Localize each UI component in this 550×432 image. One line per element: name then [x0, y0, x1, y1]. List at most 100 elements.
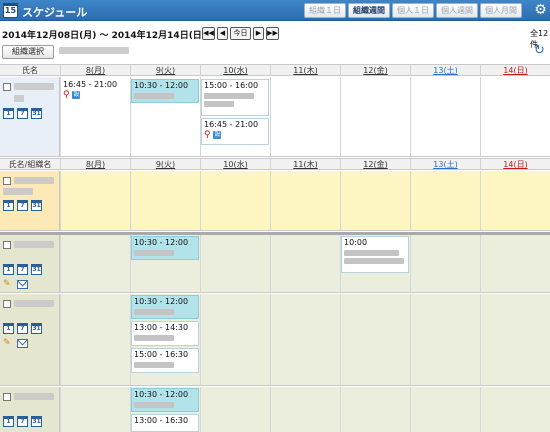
- day-cell[interactable]: [200, 235, 270, 292]
- memo-icon[interactable]: ✎: [3, 338, 14, 348]
- day-cell[interactable]: [480, 171, 550, 230]
- event-item[interactable]: 10:30 - 12:00: [131, 388, 199, 412]
- event-item[interactable]: 10:00: [341, 236, 409, 273]
- event-title-redacted: [134, 250, 174, 256]
- day-cell[interactable]: [60, 294, 130, 385]
- refresh-icon[interactable]: ↻: [534, 44, 545, 58]
- day-cell[interactable]: [270, 387, 340, 432]
- calendar-links: 1 7 31: [3, 200, 42, 211]
- week-view-icon[interactable]: 7: [17, 323, 28, 334]
- week-view-icon[interactable]: 7: [17, 200, 28, 211]
- day-cell[interactable]: [60, 387, 130, 432]
- day-cell[interactable]: [410, 77, 480, 156]
- day-cell[interactable]: [410, 294, 480, 385]
- day-header-fri[interactable]: 12(金): [340, 65, 410, 76]
- week-view-icon[interactable]: 7: [17, 416, 28, 427]
- event-item[interactable]: 10:30 - 12:00: [131, 236, 199, 260]
- day-view-icon[interactable]: 1: [3, 200, 14, 211]
- row-checkbox[interactable]: [3, 300, 11, 308]
- app-title: スケジュール: [22, 6, 88, 19]
- member-name-cell: 1 7 31: [0, 387, 60, 432]
- view-personal-week-button[interactable]: 個人週間: [436, 3, 478, 18]
- prev-day-button[interactable]: ◀: [217, 27, 228, 40]
- month-view-icon[interactable]: 31: [31, 264, 42, 275]
- day-cell[interactable]: [410, 387, 480, 432]
- day-cell[interactable]: [340, 294, 410, 385]
- day-cell[interactable]: [60, 235, 130, 292]
- prev-week-button[interactable]: ◀◀: [202, 27, 215, 40]
- day-header-sun[interactable]: 14(日): [480, 65, 550, 76]
- day-cell[interactable]: [270, 77, 340, 156]
- group-name-redacted: [59, 47, 129, 54]
- event-item[interactable]: 10:30 - 12:00: [131, 79, 199, 103]
- day-cell[interactable]: [410, 171, 480, 230]
- event-item[interactable]: 15:00 - 16:30: [131, 348, 199, 373]
- mail-icon[interactable]: [17, 280, 28, 289]
- today-button[interactable]: 今日: [230, 27, 251, 40]
- day-header-sun[interactable]: 14(日): [480, 159, 550, 170]
- day-view-icon[interactable]: 1: [3, 108, 14, 119]
- mail-icon[interactable]: [17, 339, 28, 348]
- month-view-icon[interactable]: 31: [31, 416, 42, 427]
- day-header-tue[interactable]: 9(火): [130, 159, 200, 170]
- day-cell[interactable]: [270, 171, 340, 230]
- day-cell[interactable]: [340, 77, 410, 156]
- day-cell[interactable]: [200, 171, 270, 230]
- week-view-icon[interactable]: 7: [17, 264, 28, 275]
- day-header-sat[interactable]: 13(土): [410, 159, 480, 170]
- event-item[interactable]: 16:45 - 21:00 ⚲ 設: [201, 118, 269, 145]
- day-cell[interactable]: [270, 294, 340, 385]
- day-cell[interactable]: [60, 171, 130, 230]
- day-header-tue[interactable]: 9(火): [130, 65, 200, 76]
- day-cell[interactable]: [480, 294, 550, 385]
- day-header-fri[interactable]: 12(金): [340, 159, 410, 170]
- row-checkbox[interactable]: [3, 177, 11, 185]
- month-view-icon[interactable]: 31: [31, 200, 42, 211]
- day-view-icon[interactable]: 1: [3, 264, 14, 275]
- month-view-icon[interactable]: 31: [31, 108, 42, 119]
- day-cell[interactable]: [480, 77, 550, 156]
- member-name-cell: 1 7 31 ✎: [0, 294, 60, 385]
- memo-icon[interactable]: ✎: [3, 279, 14, 289]
- event-item[interactable]: 13:00 - 14:30: [131, 321, 199, 346]
- row-checkbox[interactable]: [3, 83, 11, 91]
- week-view-icon[interactable]: 7: [17, 108, 28, 119]
- day-cell[interactable]: [480, 235, 550, 292]
- self-row: 1 7 31 16:45 - 21:00 ⚲ 設 10:30 - 12:00 1…: [0, 77, 550, 157]
- view-personal-day-button[interactable]: 個人１日: [392, 3, 434, 18]
- day-header-wed[interactable]: 10(水): [200, 159, 270, 170]
- row-checkbox[interactable]: [3, 241, 11, 249]
- day-header-sat[interactable]: 13(土): [410, 65, 480, 76]
- event-time: 10:30 - 12:00: [134, 238, 189, 247]
- day-cell[interactable]: [480, 387, 550, 432]
- day-cell[interactable]: [130, 171, 200, 230]
- day-header-thu[interactable]: 11(木): [270, 159, 340, 170]
- view-personal-month-button[interactable]: 個人月間: [480, 3, 522, 18]
- member-name-redacted: [14, 393, 54, 400]
- next-week-button[interactable]: ▶▶: [266, 27, 279, 40]
- day-header-mon[interactable]: 8(月): [60, 159, 130, 170]
- view-org-week-button[interactable]: 組織週間: [348, 3, 390, 18]
- day-cell[interactable]: [340, 387, 410, 432]
- next-day-button[interactable]: ▶: [253, 27, 264, 40]
- event-item[interactable]: 13:00 - 16:30: [131, 414, 199, 432]
- gear-icon[interactable]: ⚙: [533, 2, 548, 18]
- view-org-day-button[interactable]: 組織１日: [304, 3, 346, 18]
- event-item[interactable]: 15:00 - 16:00: [201, 79, 269, 116]
- day-cell[interactable]: [340, 171, 410, 230]
- org-row: 1 7 31: [0, 171, 550, 231]
- day-cell[interactable]: [270, 235, 340, 292]
- day-header-mon[interactable]: 8(月): [60, 65, 130, 76]
- row-checkbox[interactable]: [3, 393, 11, 401]
- day-view-icon[interactable]: 1: [3, 323, 14, 334]
- day-cell[interactable]: [200, 387, 270, 432]
- day-cell[interactable]: [200, 294, 270, 385]
- group-select-button[interactable]: 組織選択: [2, 45, 54, 59]
- event-item[interactable]: 10:30 - 12:00: [131, 295, 199, 319]
- day-header-thu[interactable]: 11(木): [270, 65, 340, 76]
- event-item[interactable]: 16:45 - 21:00 ⚲ 設: [61, 79, 129, 105]
- month-view-icon[interactable]: 31: [31, 323, 42, 334]
- day-cell[interactable]: [410, 235, 480, 292]
- day-header-wed[interactable]: 10(水): [200, 65, 270, 76]
- day-view-icon[interactable]: 1: [3, 416, 14, 427]
